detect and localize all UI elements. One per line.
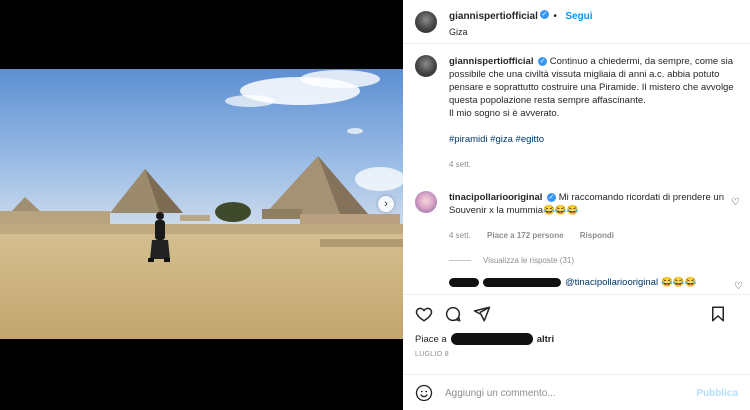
comment-input[interactable]: [445, 387, 697, 399]
hashtags[interactable]: #piramidi #giza #egitto: [449, 133, 739, 146]
location-link[interactable]: Giza: [449, 27, 593, 37]
caption-meta: 4 sett.: [449, 158, 739, 171]
emoji-icon[interactable]: [415, 384, 433, 402]
replies-line: [449, 260, 471, 261]
more-options-icon[interactable]: [736, 12, 739, 15]
carousel-next-icon[interactable]: ›: [378, 196, 394, 212]
verified-icon: ✓: [547, 192, 557, 202]
comment-composer: Pubblica: [403, 374, 750, 410]
publish-button[interactable]: Pubblica: [696, 388, 738, 399]
pyramids-photo: [0, 69, 403, 339]
comment-icon[interactable]: [444, 305, 462, 323]
comments-section: giannispertiofficial ✓ Continuo a chiede…: [415, 55, 743, 292]
follow-button[interactable]: Segui: [565, 11, 592, 22]
caption-avatar[interactable]: [415, 55, 437, 77]
separator-dot: •: [553, 11, 557, 22]
reply-mention[interactable]: @tinacipollariooriginal: [565, 277, 658, 288]
redacted-username: [483, 278, 561, 287]
reply-heart-icon[interactable]: ♡: [734, 281, 743, 292]
post-header: giannispertiofficial ✓ • Segui Giza: [403, 0, 750, 44]
likes-summary[interactable]: Piace a altri: [415, 333, 750, 345]
caption-age[interactable]: 4 sett.: [449, 160, 471, 169]
caption-username[interactable]: giannispertiofficial: [449, 56, 533, 67]
view-replies-button[interactable]: Visualizza le risposte (31): [449, 256, 740, 265]
likes-suffix: altri: [536, 333, 555, 345]
caption-text-line2: Il mio sogno si è avverato.: [449, 108, 560, 119]
caption: giannispertiofficial ✓ Continuo a chiede…: [415, 55, 740, 171]
post-image[interactable]: [0, 69, 403, 339]
post-details-panel: giannispertiofficial ✓ • Segui Giza giann…: [403, 0, 750, 410]
heart-icon[interactable]: [415, 305, 433, 323]
verified-icon: ✓: [538, 56, 548, 66]
actions-bar: Piace a altri LUGLIO 8 Pubblica: [403, 294, 750, 410]
reply-item: @tinacipollariooriginal 😂😂😂 ♡: [449, 277, 743, 292]
instagram-post-modal: › giannispertiofficial ✓ • Segui Giza gia…: [0, 0, 750, 410]
comment-age[interactable]: 4 sett.: [449, 231, 471, 240]
view-replies-label: Visualizza le risposte (31): [483, 256, 575, 265]
post-date[interactable]: LUGLIO 8: [415, 351, 750, 358]
comment-likes[interactable]: Piace a 172 persone: [487, 231, 564, 240]
verified-icon: ✓: [539, 10, 549, 20]
redacted-liker: [450, 333, 533, 345]
share-icon[interactable]: [473, 305, 491, 323]
reply-button[interactable]: Rispondi: [580, 231, 614, 240]
likes-prefix: Piace a: [415, 333, 447, 345]
comment-username[interactable]: tinacipollariooriginal: [449, 192, 542, 203]
comment-meta: 4 sett. Piace a 172 persone Rispondi: [449, 229, 729, 242]
post-username[interactable]: giannispertiofficial: [449, 11, 538, 22]
reply-text: 😂😂😂: [661, 277, 697, 288]
comment-item: tinacipollariooriginal ✓ Mi raccomando r…: [415, 191, 740, 242]
avatar[interactable]: [415, 10, 437, 33]
redacted-avatar: [449, 278, 479, 287]
bookmark-icon[interactable]: [709, 305, 727, 323]
comment-avatar[interactable]: [415, 191, 437, 213]
comment-heart-icon[interactable]: ♡: [731, 197, 740, 208]
